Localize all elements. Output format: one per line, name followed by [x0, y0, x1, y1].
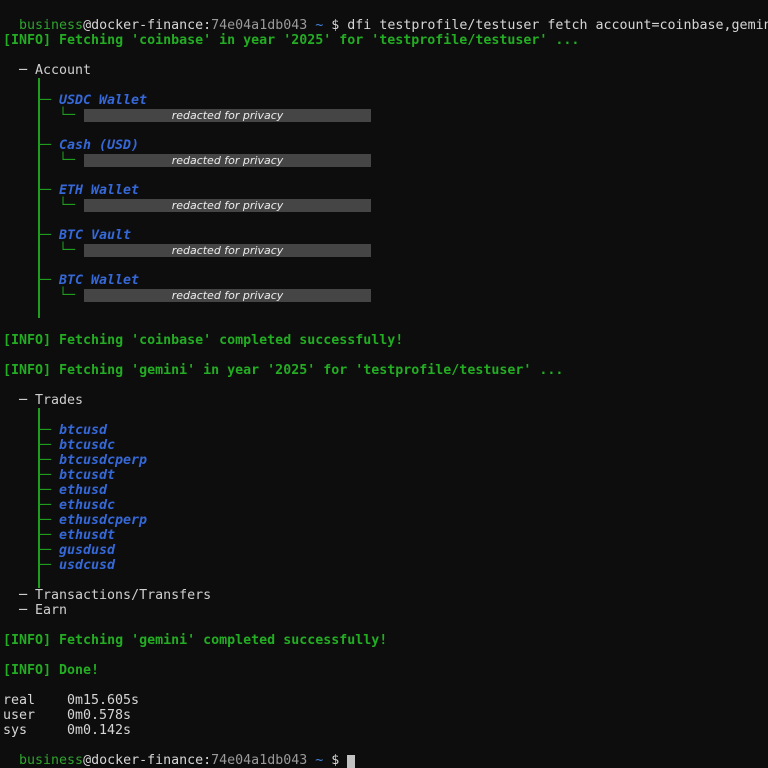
- wallet-label: Cash (USD): [59, 138, 139, 153]
- info-fetch-gemini: [INFO] Fetching 'gemini' in year '2025' …: [0, 363, 768, 378]
- trade-symbol: btcusdcperp: [59, 453, 147, 468]
- branch-icon: ├─: [35, 513, 51, 528]
- prompt-user: business: [19, 753, 83, 768]
- redacted-row: └─ redacted for privacy: [0, 288, 768, 303]
- account-header-label: Account: [35, 63, 91, 78]
- branch-icon: ├─: [35, 438, 51, 453]
- redacted-bar: redacted for privacy: [84, 289, 371, 302]
- tree-header-trades: ─Trades: [0, 393, 768, 408]
- trade-row: ├─ ethusdt: [0, 528, 768, 543]
- redacted-row: └─ redacted for privacy: [0, 198, 768, 213]
- trade-row: ├─ btcusdt: [0, 468, 768, 483]
- wallet-label: BTC Wallet: [59, 273, 139, 288]
- earn-header-label: Earn: [35, 603, 67, 618]
- wallet-row: ├─ BTC Wallet: [0, 273, 768, 288]
- branch-icon: ├─: [35, 138, 51, 153]
- trades-header-label: Trades: [35, 393, 83, 408]
- dash-glyph: ─: [19, 588, 35, 603]
- trade-row: ├─ btcusd: [0, 423, 768, 438]
- trade-row: ├─ ethusdc: [0, 498, 768, 513]
- elbow-icon: └─: [59, 108, 75, 123]
- timing-row: sys0m0.142s: [0, 723, 768, 738]
- redacted-row: └─ redacted for privacy: [0, 243, 768, 258]
- wallet-row: ├─ Cash (USD): [0, 138, 768, 153]
- redacted-bar: redacted for privacy: [84, 109, 371, 122]
- trade-symbol: ethusd: [59, 483, 107, 498]
- redacted-row: └─ redacted for privacy: [0, 153, 768, 168]
- timing-label: sys: [3, 723, 67, 738]
- dash-glyph: ─: [19, 603, 35, 618]
- wallet-label: USDC Wallet: [59, 93, 147, 108]
- tree-header-transactions: ─Transactions/Transfers: [0, 588, 768, 603]
- branch-icon: ├─: [35, 528, 51, 543]
- trade-row: ├─ ethusdcperp: [0, 513, 768, 528]
- tree-header-earn: ─Earn: [0, 603, 768, 618]
- timing-label: real: [3, 693, 67, 708]
- tree-header-account: ─Account: [0, 63, 768, 78]
- trade-row: ├─ btcusdc: [0, 438, 768, 453]
- branch-icon: ├─: [35, 558, 51, 573]
- wallet-row: ├─ ETH Wallet: [0, 183, 768, 198]
- terminal-cursor[interactable]: [347, 755, 355, 768]
- info-done: [INFO] Done!: [0, 663, 768, 678]
- timing-value: 0m0.142s: [67, 723, 131, 738]
- elbow-icon: └─: [59, 243, 75, 258]
- dash-glyph: ─: [19, 393, 35, 408]
- branch-icon: ├─: [35, 228, 51, 243]
- redacted-bar: redacted for privacy: [84, 154, 371, 167]
- branch-icon: ├─: [35, 468, 51, 483]
- info-gemini-done: [INFO] Fetching 'gemini' completed succe…: [0, 633, 768, 648]
- shell-prompt-line[interactable]: business@docker-finance:74e04a1db043 ~ $: [0, 738, 768, 753]
- trade-symbol: btcusdc: [59, 438, 115, 453]
- trade-row: ├─ gusdusd: [0, 543, 768, 558]
- wallet-label: ETH Wallet: [59, 183, 139, 198]
- trade-row: ├─ usdcusd: [0, 558, 768, 573]
- trade-symbol: ethusdt: [59, 528, 115, 543]
- elbow-icon: └─: [59, 198, 75, 213]
- timing-value: 0m15.605s: [67, 693, 139, 708]
- timing-label: user: [3, 708, 67, 723]
- trade-symbol: usdcusd: [59, 558, 115, 573]
- timing-row: real0m15.605s: [0, 693, 768, 708]
- wallet-row: ├─ USDC Wallet: [0, 93, 768, 108]
- trade-symbol: btcusdt: [59, 468, 115, 483]
- redacted-bar: redacted for privacy: [84, 199, 371, 212]
- redacted-row: └─ redacted for privacy: [0, 108, 768, 123]
- account-tree: ├─ USDC Wallet └─ redacted for privacy ├─ C…: [0, 78, 768, 318]
- trades-tree: ├─ btcusd ├─ btcusdc ├─ btcusdcperp ├─ btcus…: [0, 408, 768, 588]
- branch-icon: ├─: [35, 483, 51, 498]
- prompt-container-id: 74e04a1db043: [211, 753, 307, 768]
- trade-symbol: btcusd: [59, 423, 107, 438]
- shell-prompt-line: business@docker-finance:74e04a1db043 ~ $…: [0, 3, 768, 18]
- wallet-label: BTC Vault: [59, 228, 131, 243]
- trade-row: ├─ ethusd: [0, 483, 768, 498]
- info-coinbase-done: [INFO] Fetching 'coinbase' completed suc…: [0, 333, 768, 348]
- elbow-icon: └─: [59, 288, 75, 303]
- elbow-icon: └─: [59, 153, 75, 168]
- branch-icon: ├─: [35, 543, 51, 558]
- trade-row: ├─ btcusdcperp: [0, 453, 768, 468]
- trade-symbol: gusdusd: [59, 543, 115, 558]
- timing-row: user0m0.578s: [0, 708, 768, 723]
- branch-icon: ├─: [35, 453, 51, 468]
- dash-glyph: ─: [19, 63, 35, 78]
- branch-icon: ├─: [35, 498, 51, 513]
- branch-icon: ├─: [35, 93, 51, 108]
- terminal: { "colors": { "background": "#0d0d0d", "…: [0, 0, 768, 756]
- trade-symbol: ethusdcperp: [59, 513, 147, 528]
- branch-icon: ├─: [35, 273, 51, 288]
- redacted-bar: redacted for privacy: [84, 244, 371, 257]
- wallet-row: ├─ BTC Vault: [0, 228, 768, 243]
- trade-symbol: ethusdc: [59, 498, 115, 513]
- transactions-header-label: Transactions/Transfers: [35, 588, 211, 603]
- info-fetch-coinbase: [INFO] Fetching 'coinbase' in year '2025…: [0, 33, 768, 48]
- timing-value: 0m0.578s: [67, 708, 131, 723]
- prompt-host: @docker-finance:: [83, 753, 211, 768]
- branch-icon: ├─: [35, 183, 51, 198]
- branch-icon: ├─: [35, 423, 51, 438]
- prompt-dollar: $: [323, 753, 347, 768]
